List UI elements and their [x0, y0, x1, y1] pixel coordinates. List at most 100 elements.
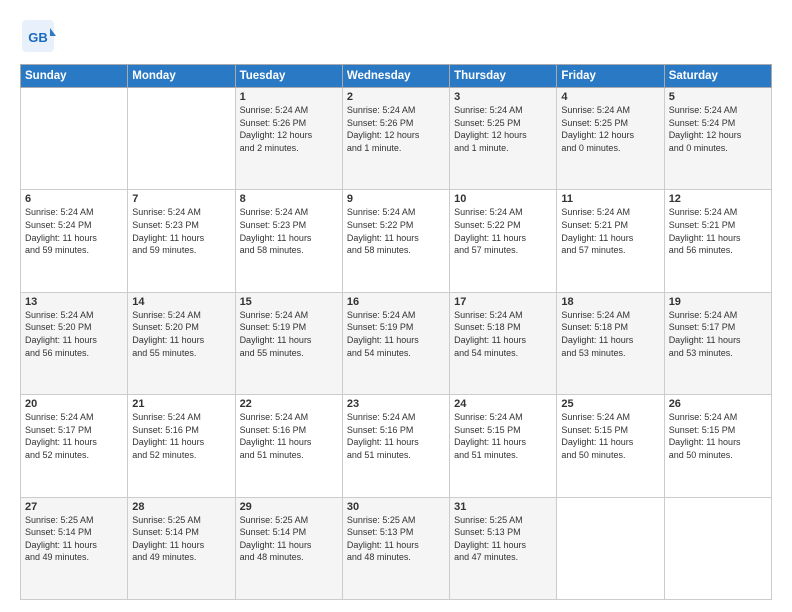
day-number: 4 — [561, 91, 659, 103]
day-info: Sunrise: 5:24 AM Sunset: 5:24 PM Dayligh… — [669, 104, 767, 154]
day-number: 1 — [240, 91, 338, 103]
day-number: 30 — [347, 501, 445, 513]
day-info: Sunrise: 5:24 AM Sunset: 5:19 PM Dayligh… — [347, 309, 445, 359]
day-info: Sunrise: 5:24 AM Sunset: 5:21 PM Dayligh… — [561, 206, 659, 256]
day-info: Sunrise: 5:24 AM Sunset: 5:25 PM Dayligh… — [561, 104, 659, 154]
weekday-header: Thursday — [450, 65, 557, 88]
day-info: Sunrise: 5:24 AM Sunset: 5:26 PM Dayligh… — [347, 104, 445, 154]
calendar-cell: 23Sunrise: 5:24 AM Sunset: 5:16 PM Dayli… — [342, 395, 449, 497]
day-info: Sunrise: 5:24 AM Sunset: 5:20 PM Dayligh… — [25, 309, 123, 359]
day-info: Sunrise: 5:24 AM Sunset: 5:24 PM Dayligh… — [25, 206, 123, 256]
day-number: 23 — [347, 398, 445, 410]
calendar-week-row: 13Sunrise: 5:24 AM Sunset: 5:20 PM Dayli… — [21, 292, 772, 394]
day-number: 22 — [240, 398, 338, 410]
day-info: Sunrise: 5:24 AM Sunset: 5:18 PM Dayligh… — [454, 309, 552, 359]
day-number: 26 — [669, 398, 767, 410]
calendar-week-row: 27 Sunrise: 5:25 AM Sunset: 5:14 PM Dayli… — [21, 497, 772, 599]
calendar-cell: 26Sunrise: 5:24 AM Sunset: 5:15 PM Dayli… — [664, 395, 771, 497]
day-info: Sunrise: 5:25 AM Sunset: 5:13 PM Dayligh… — [454, 514, 552, 564]
weekday-header: Tuesday — [235, 65, 342, 88]
day-number: 16 — [347, 296, 445, 308]
weekday-header: Sunday — [21, 65, 128, 88]
calendar-cell — [664, 497, 771, 599]
day-number: 8 — [240, 193, 338, 205]
calendar-week-row: 1Sunrise: 5:24 AM Sunset: 5:26 PM Daylig… — [21, 88, 772, 190]
calendar-cell: 16Sunrise: 5:24 AM Sunset: 5:19 PM Dayli… — [342, 292, 449, 394]
day-number: 11 — [561, 193, 659, 205]
day-info: Sunrise: 5:24 AM Sunset: 5:17 PM Dayligh… — [25, 411, 123, 461]
calendar-cell — [21, 88, 128, 190]
calendar-cell: 15Sunrise: 5:24 AM Sunset: 5:19 PM Dayli… — [235, 292, 342, 394]
page: GB SundayMondayTuesdayWednesdayThursdayF… — [0, 0, 792, 612]
weekday-header: Saturday — [664, 65, 771, 88]
calendar-cell: 11Sunrise: 5:24 AM Sunset: 5:21 PM Dayli… — [557, 190, 664, 292]
day-number: 14 — [132, 296, 230, 308]
day-number: 24 — [454, 398, 552, 410]
day-info: Sunrise: 5:25 AM Sunset: 5:14 PM Dayligh… — [240, 514, 338, 564]
day-number: 2 — [347, 91, 445, 103]
day-info: Sunrise: 5:24 AM Sunset: 5:15 PM Dayligh… — [454, 411, 552, 461]
weekday-header: Friday — [557, 65, 664, 88]
day-number: 12 — [669, 193, 767, 205]
day-number: 19 — [669, 296, 767, 308]
logo-icon: GB — [20, 18, 56, 54]
calendar-cell: 7Sunrise: 5:24 AM Sunset: 5:23 PM Daylig… — [128, 190, 235, 292]
day-number: 25 — [561, 398, 659, 410]
day-number: 20 — [25, 398, 123, 410]
calendar-cell: 2Sunrise: 5:24 AM Sunset: 5:26 PM Daylig… — [342, 88, 449, 190]
calendar-cell: 20Sunrise: 5:24 AM Sunset: 5:17 PM Dayli… — [21, 395, 128, 497]
day-info: Sunrise: 5:24 AM Sunset: 5:15 PM Dayligh… — [669, 411, 767, 461]
calendar-cell: 31Sunrise: 5:25 AM Sunset: 5:13 PM Dayli… — [450, 497, 557, 599]
calendar-cell: 9Sunrise: 5:24 AM Sunset: 5:22 PM Daylig… — [342, 190, 449, 292]
day-info: Sunrise: 5:24 AM Sunset: 5:23 PM Dayligh… — [132, 206, 230, 256]
calendar-cell: 12Sunrise: 5:24 AM Sunset: 5:21 PM Dayli… — [664, 190, 771, 292]
calendar-cell: 8Sunrise: 5:24 AM Sunset: 5:23 PM Daylig… — [235, 190, 342, 292]
day-info: Sunrise: 5:24 AM Sunset: 5:19 PM Dayligh… — [240, 309, 338, 359]
day-number: 6 — [25, 193, 123, 205]
day-number: 27 — [25, 501, 123, 513]
calendar-cell: 27Sunrise: 5:25 AM Sunset: 5:14 PM Dayli… — [21, 497, 128, 599]
calendar-cell: 24Sunrise: 5:24 AM Sunset: 5:15 PM Dayli… — [450, 395, 557, 497]
day-number: 17 — [454, 296, 552, 308]
calendar-week-row: 20Sunrise: 5:24 AM Sunset: 5:17 PM Dayli… — [21, 395, 772, 497]
calendar-cell — [557, 497, 664, 599]
calendar-body: 1Sunrise: 5:24 AM Sunset: 5:26 PM Daylig… — [21, 88, 772, 600]
day-number: 21 — [132, 398, 230, 410]
calendar-cell: 19Sunrise: 5:24 AM Sunset: 5:17 PM Dayli… — [664, 292, 771, 394]
header: GB — [20, 18, 772, 54]
calendar-header-row: SundayMondayTuesdayWednesdayThursdayFrid… — [21, 65, 772, 88]
day-number: 28 — [132, 501, 230, 513]
calendar-cell: 14Sunrise: 5:24 AM Sunset: 5:20 PM Dayli… — [128, 292, 235, 394]
weekday-header: Wednesday — [342, 65, 449, 88]
calendar-cell: 3Sunrise: 5:24 AM Sunset: 5:25 PM Daylig… — [450, 88, 557, 190]
calendar-cell: 28Sunrise: 5:25 AM Sunset: 5:14 PM Dayli… — [128, 497, 235, 599]
day-info: Sunrise: 5:24 AM Sunset: 5:25 PM Dayligh… — [454, 104, 552, 154]
day-number: 10 — [454, 193, 552, 205]
calendar-cell: 17Sunrise: 5:24 AM Sunset: 5:18 PM Dayli… — [450, 292, 557, 394]
day-number: 29 — [240, 501, 338, 513]
logo: GB — [20, 18, 56, 54]
day-info: Sunrise: 5:24 AM Sunset: 5:17 PM Dayligh… — [669, 309, 767, 359]
day-number: 13 — [25, 296, 123, 308]
calendar-cell: 6Sunrise: 5:24 AM Sunset: 5:24 PM Daylig… — [21, 190, 128, 292]
calendar-cell: 13Sunrise: 5:24 AM Sunset: 5:20 PM Dayli… — [21, 292, 128, 394]
weekday-header: Monday — [128, 65, 235, 88]
calendar-cell: 30Sunrise: 5:25 AM Sunset: 5:13 PM Dayli… — [342, 497, 449, 599]
day-number: 9 — [347, 193, 445, 205]
day-number: 15 — [240, 296, 338, 308]
calendar-cell: 25Sunrise: 5:24 AM Sunset: 5:15 PM Dayli… — [557, 395, 664, 497]
day-info: Sunrise: 5:24 AM Sunset: 5:23 PM Dayligh… — [240, 206, 338, 256]
svg-text:GB: GB — [28, 30, 48, 45]
calendar-cell — [128, 88, 235, 190]
day-info: Sunrise: 5:24 AM Sunset: 5:20 PM Dayligh… — [132, 309, 230, 359]
day-info: Sunrise: 5:24 AM Sunset: 5:15 PM Dayligh… — [561, 411, 659, 461]
calendar-cell: 22Sunrise: 5:24 AM Sunset: 5:16 PM Dayli… — [235, 395, 342, 497]
day-info: Sunrise: 5:24 AM Sunset: 5:22 PM Dayligh… — [347, 206, 445, 256]
day-info: Sunrise: 5:24 AM Sunset: 5:18 PM Dayligh… — [561, 309, 659, 359]
day-info: Sunrise: 5:24 AM Sunset: 5:16 PM Dayligh… — [240, 411, 338, 461]
calendar-table: SundayMondayTuesdayWednesdayThursdayFrid… — [20, 64, 772, 600]
calendar-cell: 10Sunrise: 5:24 AM Sunset: 5:22 PM Dayli… — [450, 190, 557, 292]
day-number: 31 — [454, 501, 552, 513]
calendar-week-row: 6Sunrise: 5:24 AM Sunset: 5:24 PM Daylig… — [21, 190, 772, 292]
day-info: Sunrise: 5:24 AM Sunset: 5:26 PM Dayligh… — [240, 104, 338, 154]
